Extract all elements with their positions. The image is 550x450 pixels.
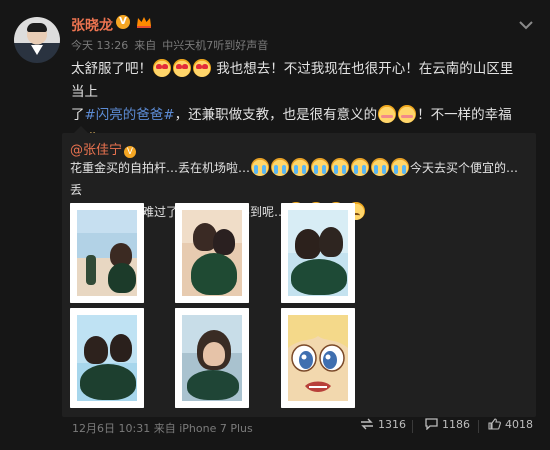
post-timestamp[interactable]: 今天 13:26: [71, 39, 128, 52]
post-text-part: ！不一样的幸福: [417, 107, 512, 123]
repost-button[interactable]: 1316: [360, 418, 406, 431]
heart-eyes-emoji-icon: [173, 59, 191, 77]
post-text-part: ，还兼职做支教，也是很有意义的: [174, 107, 378, 123]
post-meta: 今天 13:26 来自 中兴天机7听到好声音: [71, 37, 274, 53]
photo-person: [295, 229, 321, 259]
photo-person: [110, 334, 132, 362]
shy-emoji-icon: [378, 105, 397, 123]
photo-thumbnail[interactable]: [70, 203, 144, 303]
cartoon-face-image: [288, 315, 348, 392]
crying-emoji-icon: [271, 158, 290, 176]
like-icon: [488, 418, 501, 430]
repost-author-link[interactable]: @张佳宁: [70, 143, 122, 158]
photo-person: [291, 259, 347, 295]
repost-text-part: 花重金买的自拍杆…丢在机场啦…: [70, 161, 251, 175]
post-text-part: 了: [71, 107, 85, 123]
crying-emoji-icon: [391, 158, 410, 176]
crying-emoji-icon: [371, 158, 390, 176]
crying-emoji-icon: [311, 158, 330, 176]
photo-person: [187, 370, 239, 400]
heart-eyes-emoji-icon: [153, 59, 171, 77]
repost-count: 1316: [378, 418, 406, 431]
verified-badge-icon: V: [116, 15, 130, 29]
via-label: 来自: [153, 422, 176, 435]
photo-person: [213, 229, 235, 255]
repost-meta: 12月6日 10:31 来自 iPhone 7 Plus: [72, 420, 253, 436]
photo-thumbnail[interactable]: [70, 308, 144, 408]
post-text-part: 太舒服了吧！: [71, 61, 152, 77]
weibo-post-card: 张晓龙 V 今天 13:26 来自 中兴天机7听到好声音 太舒服了吧！ 我也想去！不…: [0, 0, 550, 450]
heart-eyes-emoji-icon: [193, 59, 211, 77]
shy-emoji-icon: [398, 105, 417, 123]
comment-count: 1186: [442, 418, 470, 431]
like-count: 4018: [505, 418, 533, 431]
photo-thumbnail[interactable]: [281, 308, 355, 408]
avatar[interactable]: [14, 17, 60, 63]
repost-block[interactable]: @张佳宁V 花重金买的自拍杆…丢在机场啦…今天去买个便宜的…丢 了就不会这么难过…: [62, 126, 536, 417]
chevron-down-icon[interactable]: [519, 15, 533, 30]
photo-person: [80, 364, 136, 400]
photo-thumbnail[interactable]: [281, 203, 355, 303]
photo-person: [319, 227, 343, 257]
username-link[interactable]: 张晓龙: [71, 15, 113, 35]
crying-emoji-icon: [331, 158, 350, 176]
action-divider: [478, 420, 479, 433]
repost-device[interactable]: iPhone 7 Plus: [179, 422, 253, 435]
comment-button[interactable]: 1186: [425, 418, 470, 431]
photo-person: [84, 336, 108, 364]
device-link[interactable]: 中兴天机7听到好声音: [162, 39, 268, 52]
repost-date[interactable]: 12月6日 10:31: [72, 422, 150, 435]
action-divider: [412, 420, 413, 433]
via-label: 来自: [134, 39, 157, 52]
hashtag-link[interactable]: #闪亮的爸爸#: [85, 107, 175, 123]
like-button[interactable]: 4018: [488, 418, 533, 431]
photo-person: [203, 342, 225, 366]
member-crown-icon: [136, 15, 152, 29]
comment-icon: [425, 418, 438, 431]
photo-thumbnail[interactable]: [175, 203, 249, 303]
crying-emoji-icon: [251, 158, 270, 176]
photo-thumbnail[interactable]: [175, 308, 249, 408]
crying-emoji-icon: [291, 158, 310, 176]
crying-emoji-icon: [351, 158, 370, 176]
photo-person: [191, 253, 237, 295]
avatar-hair: [27, 23, 47, 32]
repost-icon: [361, 418, 373, 430]
photo-person: [86, 255, 96, 285]
photo-person: [108, 263, 136, 293]
avatar-collar: [31, 45, 43, 55]
repost-author: @张佳宁 V: [70, 139, 137, 158]
